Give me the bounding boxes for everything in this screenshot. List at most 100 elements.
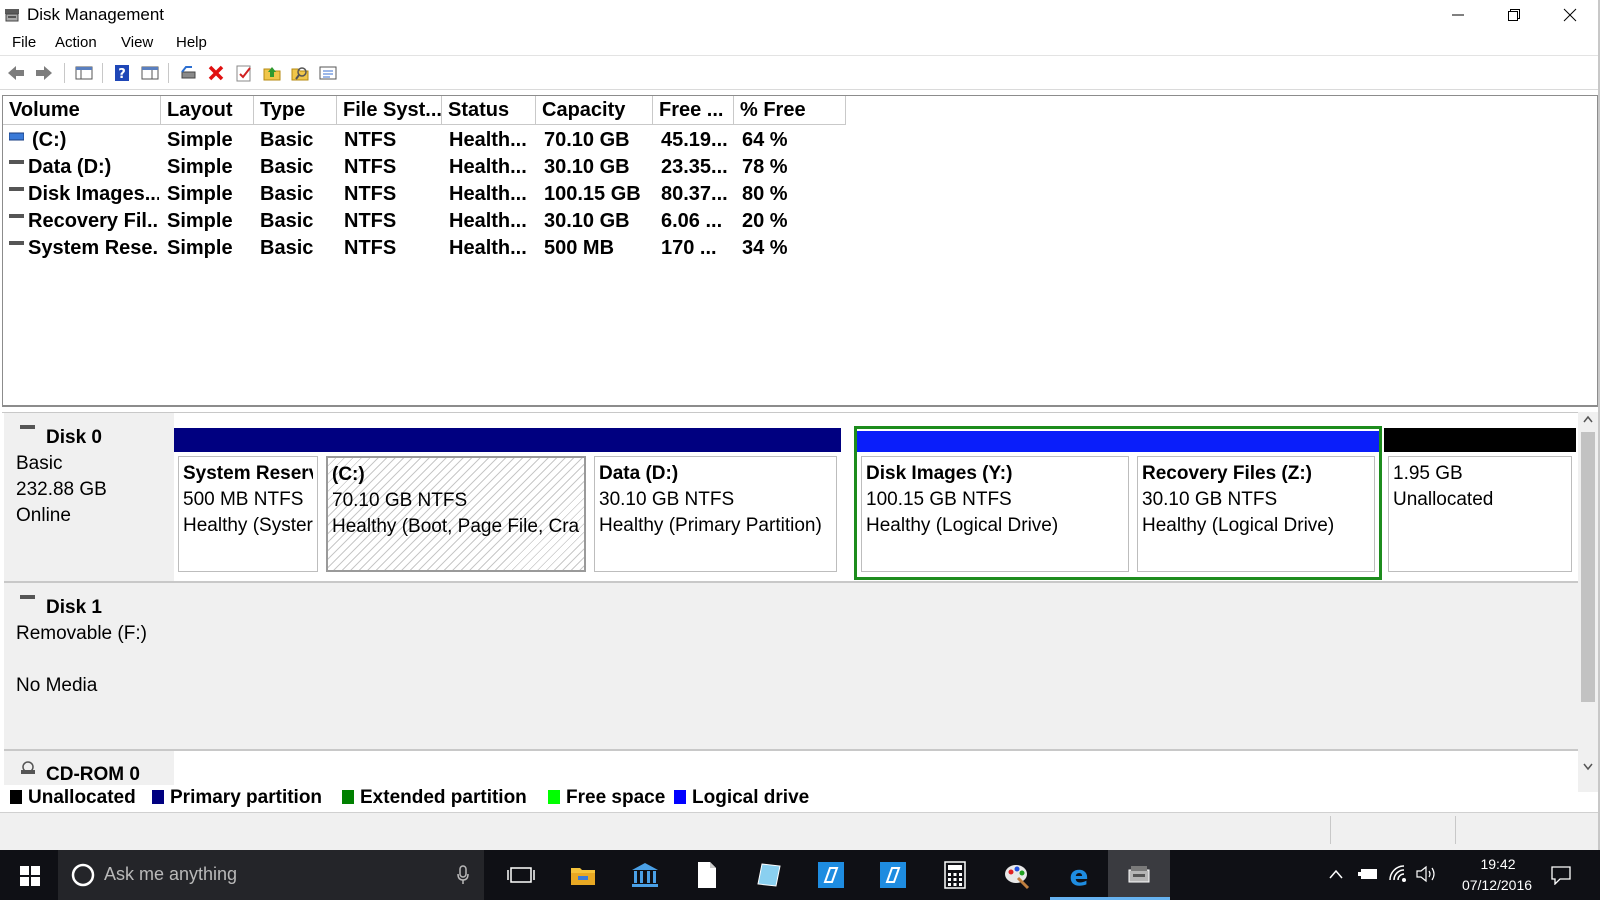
partition-disk-images-y[interactable]: Disk Images (Y:) 100.15 GB NTFS Healthy … (857, 413, 1133, 573)
menu-view[interactable]: View (121, 34, 153, 52)
control-panel-icon[interactable] (630, 860, 660, 890)
partition-data-d[interactable]: Data (D:) 30.10 GB NTFS Healthy (Primary… (590, 413, 841, 573)
task-view-icon[interactable] (506, 860, 536, 890)
search-folder-icon[interactable] (290, 63, 310, 83)
partition-health: Healthy (Primary Partition) (599, 515, 822, 536)
paint-icon[interactable] (1002, 860, 1032, 890)
disk-1-status: No Media (16, 675, 98, 696)
disk-0-name: Disk 0 (46, 427, 102, 448)
disk-0-header[interactable]: Disk 0 Basic 232.88 GB Online (4, 413, 174, 581)
partition-unallocated[interactable]: 1.95 GB Unallocated (1384, 413, 1576, 573)
legend-unallocated: Unallocated (10, 787, 136, 809)
check-properties-icon[interactable] (234, 63, 254, 83)
volume-row-c[interactable]: (C:) Simple Basic NTFS Health... 70.10 G… (3, 127, 903, 154)
clock-date[interactable]: 07/12/2016 (1447, 877, 1547, 893)
column-header-percent-free[interactable]: % Free (734, 96, 846, 125)
folder-up-icon[interactable] (262, 63, 282, 83)
battery-icon[interactable] (1358, 866, 1380, 882)
partition-bar (322, 428, 590, 452)
search-placeholder: Ask me anything (104, 864, 238, 884)
column-header-free-space[interactable]: Free ... (653, 96, 734, 125)
delete-icon[interactable] (206, 63, 226, 83)
column-header-layout[interactable]: Layout (161, 96, 254, 125)
file-explorer-icon[interactable] (568, 860, 598, 890)
menu-file[interactable]: File (12, 34, 36, 52)
volume-layout: Simple (167, 156, 233, 178)
cortana-icon (71, 863, 95, 887)
scroll-up-icon[interactable] (1582, 414, 1594, 424)
active-app-disk-management[interactable] (1108, 850, 1170, 900)
back-icon[interactable] (6, 63, 26, 83)
microphone-icon[interactable] (456, 865, 470, 885)
disk-1-header[interactable]: Disk 1 Removable (F:) No Media (4, 583, 174, 749)
clock-time[interactable]: 19:42 (1470, 856, 1526, 872)
status-bar-divider (1455, 816, 1456, 844)
disk-view-scrollbar[interactable] (1578, 412, 1598, 792)
column-header-status[interactable]: Status (442, 96, 536, 125)
volume-status: Health... (449, 237, 527, 259)
column-header-volume[interactable]: Volume (3, 96, 161, 125)
volume-row-system-reserved[interactable]: System Rese... Simple Basic NTFS Health.… (3, 235, 903, 262)
notepad-icon[interactable] (754, 860, 784, 890)
column-header-capacity[interactable]: Capacity (536, 96, 653, 125)
connect-drive-icon[interactable] (178, 63, 198, 83)
volume-file-system: NTFS (344, 183, 397, 205)
restore-button[interactable] (1486, 0, 1542, 30)
show-hidden-icons-chevron-icon[interactable] (1328, 868, 1344, 880)
volume-list[interactable]: Volume Layout Type File Syst... Status C… (2, 95, 1598, 407)
disk-separator (4, 749, 1580, 751)
window-title: Disk Management (27, 5, 165, 24)
legend-free-space: Free space (548, 787, 665, 809)
volume-row-d[interactable]: Data (D:) Simple Basic NTFS Health... 30… (3, 154, 903, 181)
title-bar[interactable]: Disk Management (0, 0, 1598, 30)
disk-0-partitions: System Reserv 500 MB NTFS Healthy (Syste… (174, 413, 1580, 581)
column-header-file-system[interactable]: File Syst... (337, 96, 442, 125)
menu-help[interactable]: Help (176, 34, 207, 52)
partition-details: Data (D:) 30.10 GB NTFS Healthy (Primary… (594, 456, 837, 572)
show-hide-console-tree-icon[interactable] (74, 63, 94, 83)
column-header-type[interactable]: Type (254, 96, 337, 125)
partition-title: (C:) (332, 464, 365, 485)
volume-status: Health... (449, 156, 527, 178)
wifi-icon[interactable] (1388, 864, 1410, 884)
volume-icon (9, 160, 24, 164)
partition-bar (590, 428, 841, 452)
volume-row-recovery-files[interactable]: Recovery Fil... Simple Basic NTFS Health… (3, 208, 903, 235)
legend-swatch (152, 790, 164, 804)
forward-icon[interactable] (34, 63, 54, 83)
volume-name: System Rese... (28, 237, 159, 259)
volume-free-space: 23.35... (661, 156, 728, 178)
settings-list-icon[interactable] (318, 63, 338, 83)
disk-1-name: Disk 1 (46, 597, 102, 618)
partition-c[interactable]: (C:) 70.10 GB NTFS Healthy (Boot, Page F… (322, 413, 590, 573)
calculator-icon[interactable] (940, 860, 970, 890)
properties-pane-icon[interactable] (140, 63, 160, 83)
menu-action[interactable]: Action (55, 34, 97, 52)
partition-system-reserved[interactable]: System Reserv 500 MB NTFS Healthy (Syste… (174, 413, 322, 573)
partition-title: Recovery Files (Z:) (1142, 463, 1312, 484)
removable-disk-icon (20, 595, 35, 599)
action-center-icon[interactable] (1550, 865, 1572, 885)
toolbar-separator (64, 63, 65, 83)
restore-icon (1508, 9, 1520, 21)
legend-swatch (342, 790, 354, 804)
edge-browser-icon[interactable]: e (1064, 860, 1094, 890)
disk-management-app-icon (5, 9, 19, 22)
partition-recovery-files-z[interactable]: Recovery Files (Z:) 30.10 GB NTFS Health… (1133, 413, 1379, 573)
help-icon[interactable]: ? (112, 63, 132, 83)
volume-row-disk-images[interactable]: Disk Images... Simple Basic NTFS Health.… (3, 181, 903, 208)
volume-status: Health... (449, 210, 527, 232)
volume-file-system: NTFS (344, 129, 397, 151)
app-shortcut-icon[interactable] (816, 860, 846, 890)
scroll-down-icon[interactable] (1582, 762, 1594, 772)
windows-start-icon[interactable] (20, 866, 40, 886)
document-icon[interactable] (692, 860, 722, 890)
partition-title: Disk Images (Y:) (866, 463, 1013, 484)
scrollbar-thumb[interactable] (1581, 432, 1595, 702)
minimize-button[interactable] (1430, 0, 1486, 30)
taskbar-search-box[interactable]: Ask me anything (58, 850, 484, 900)
close-button[interactable] (1542, 0, 1598, 30)
volume-file-system: NTFS (344, 237, 397, 259)
app-shortcut-icon[interactable] (878, 860, 908, 890)
volume-speaker-icon[interactable] (1415, 865, 1437, 883)
